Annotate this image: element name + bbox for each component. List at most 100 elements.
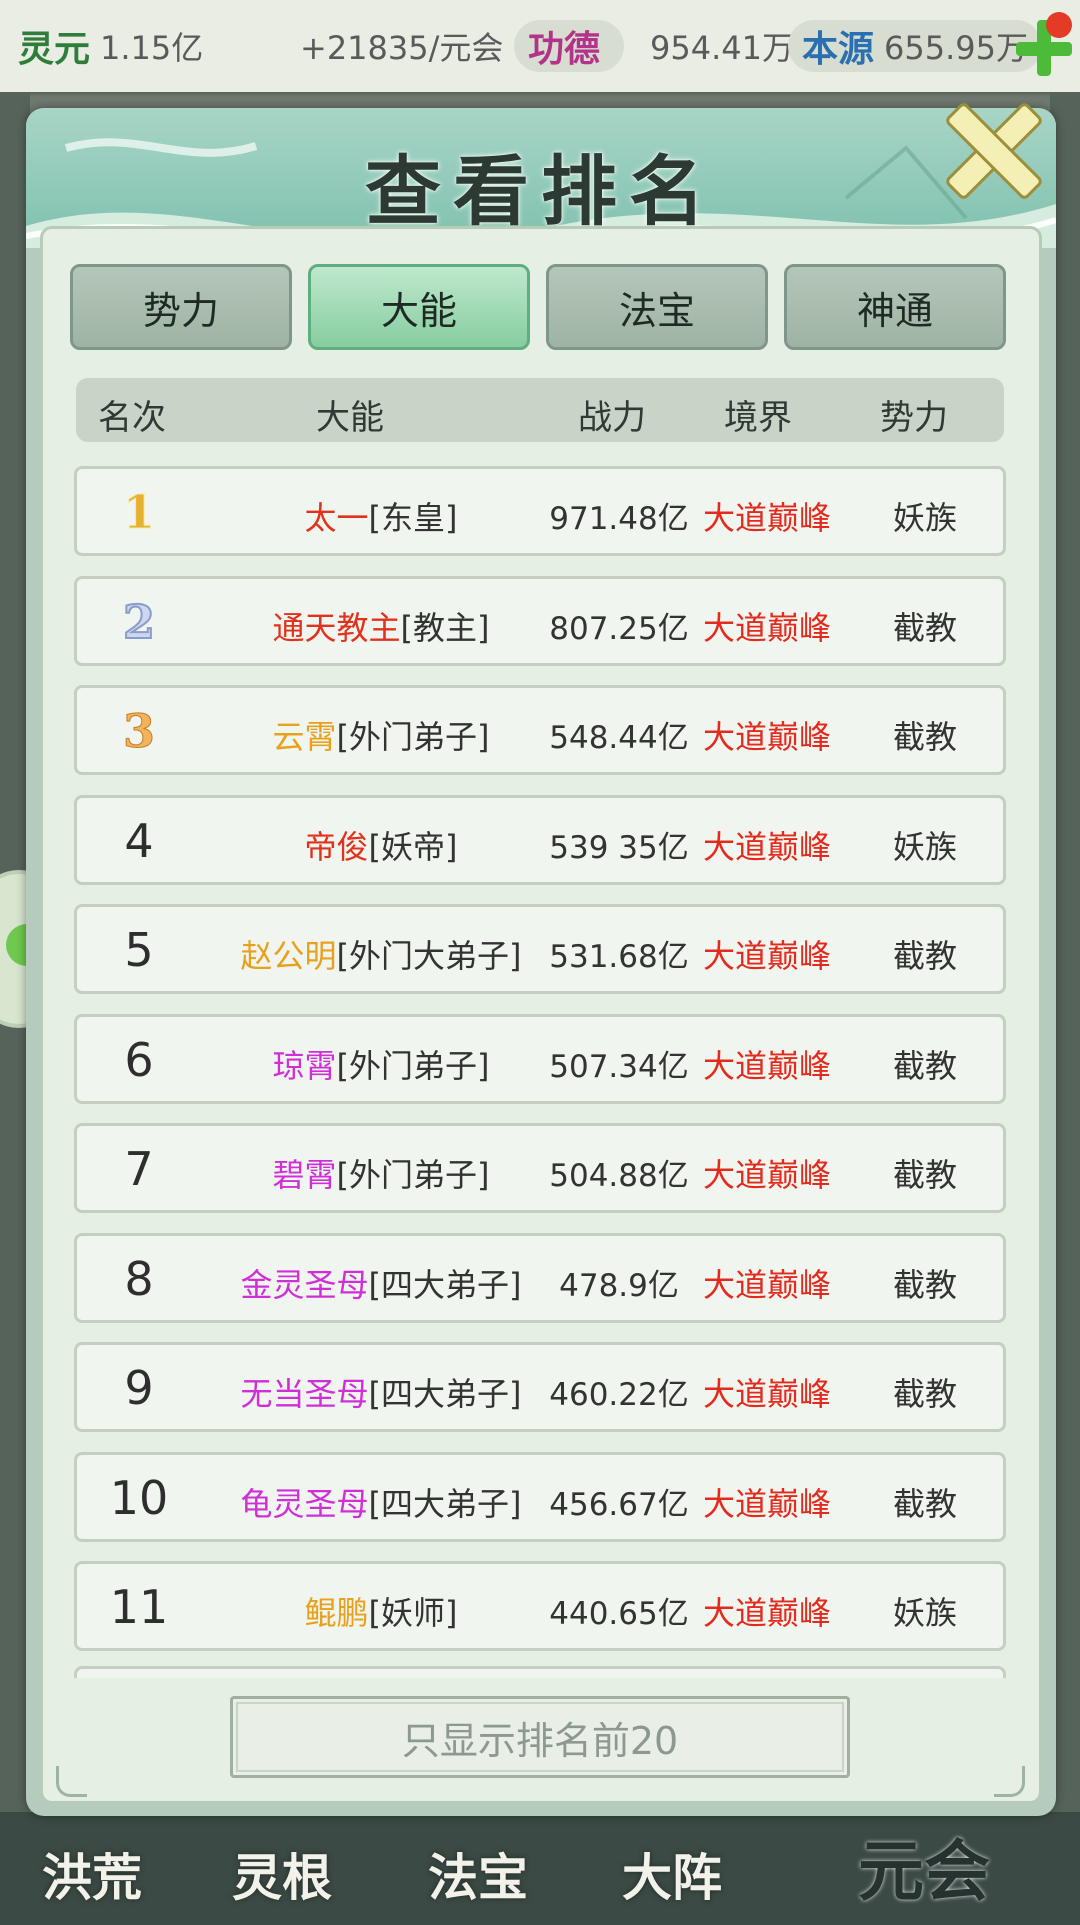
faction-value: 妖族: [892, 499, 957, 537]
rank-number: 9: [124, 1361, 154, 1415]
power-value: 504.88亿: [549, 1158, 689, 1194]
resource-benyuan: 本源 655.95万: [788, 20, 1042, 72]
table-row[interactable]: 1 太一[东皇] 971.48亿 大道巅峰 妖族: [74, 466, 1006, 556]
realm-value: 大道巅峰: [702, 718, 831, 756]
faction-value: 截教: [892, 1266, 957, 1304]
realm-value: 大道巅峰: [702, 1485, 831, 1523]
table-row[interactable]: 4 帝俊[妖帝] 539 35亿 大道巅峰 妖族: [74, 795, 1006, 885]
column-rank: 名次: [98, 398, 166, 438]
rank-number: 4: [124, 814, 154, 868]
dialog-title: 查看排名: [365, 147, 717, 236]
realm-value: 大道巅峰: [702, 609, 831, 647]
table-row[interactable]: 6 琼霄[外门弟子] 507.34亿 大道巅峰 截教: [74, 1014, 1006, 1104]
faction-value: 截教: [892, 1375, 957, 1413]
rank-number: 3: [122, 704, 155, 759]
top20-filter-button[interactable]: 只显示排名前20: [230, 1696, 850, 1778]
power-value: 456.67亿: [549, 1487, 689, 1523]
rank-number: 8: [124, 1252, 154, 1306]
realm-value: 大道巅峰: [702, 937, 831, 975]
rank-number: 1: [122, 485, 155, 540]
rank-number: 2: [122, 594, 156, 650]
resource-value: 954.41万: [650, 29, 794, 67]
nav-fabao[interactable]: 法宝: [428, 1838, 528, 1910]
nav-yuanhui[interactable]: 元会: [858, 1818, 990, 1914]
player-name: 琼霄[外门弟子]: [272, 1047, 490, 1085]
plus-icon[interactable]: [1016, 12, 1072, 76]
table-row[interactable]: 11 鲲鹏[妖师] 440.65亿 大道巅峰 妖族: [74, 1561, 1006, 1651]
player-name: 龟灵圣母[四大弟子]: [240, 1485, 522, 1523]
column-name: 大能: [316, 398, 384, 438]
resource-gongde: 功德 954.41万: [514, 20, 794, 72]
nav-linggen[interactable]: 灵根: [232, 1838, 332, 1910]
player-name: 通天教主[教主]: [272, 609, 490, 647]
rank-number: 10: [109, 1471, 169, 1525]
notification-dot: [1046, 12, 1072, 38]
player-name: 太一[东皇]: [304, 499, 458, 537]
faction-value: 截教: [892, 1047, 957, 1085]
resource-label: 本源: [802, 28, 875, 70]
resource-label: 灵元: [18, 28, 91, 70]
tab-shili[interactable]: 势力: [70, 264, 292, 350]
nav-honghuang[interactable]: 洪荒: [42, 1838, 142, 1910]
faction-value: 截教: [892, 1485, 957, 1523]
player-name: 无当圣母[四大弟子]: [240, 1375, 522, 1413]
power-value: 440.65亿: [549, 1596, 689, 1632]
power-value: 807.25亿: [549, 611, 689, 647]
realm-value: 大道巅峰: [702, 1375, 831, 1413]
column-faction: 势力: [880, 398, 948, 438]
player-name: 帝俊[妖帝]: [304, 828, 458, 866]
realm-value: 大道巅峰: [702, 1594, 831, 1632]
corner-ornament: [56, 1766, 87, 1797]
faction-value: 截教: [892, 937, 957, 975]
power-value: 971.48亿: [549, 501, 689, 537]
power-value: 539 35亿: [549, 830, 689, 866]
resource-bar: 灵元 1.15亿 +21835/元会 功德 954.41万 本源 655.95万: [0, 0, 1080, 92]
table-row-partial: [74, 1666, 1006, 1678]
resource-value: 655.95万: [884, 29, 1028, 67]
resource-label: 功德: [528, 28, 601, 70]
table-row[interactable]: 3 云霄[外门弟子] 548.44亿 大道巅峰 截教: [74, 685, 1006, 775]
realm-value: 大道巅峰: [702, 1266, 831, 1304]
rank-number: 5: [124, 923, 154, 977]
table-row[interactable]: 2 通天教主[教主] 807.25亿 大道巅峰 截教: [74, 576, 1006, 666]
corner-ornament: [994, 1766, 1025, 1797]
column-power: 战力: [578, 398, 646, 438]
table-row[interactable]: 5 赵公明[外门大弟子] 531.68亿 大道巅峰 截教: [74, 904, 1006, 994]
table-header: 名次 大能 战力 境界 势力: [76, 378, 1004, 442]
rank-number: 7: [124, 1142, 154, 1196]
power-value: 507.34亿: [549, 1049, 689, 1085]
faction-value: 妖族: [892, 828, 957, 866]
faction-value: 截教: [892, 609, 957, 647]
resource-lingyuan: 灵元 1.15亿: [18, 20, 203, 72]
player-name: 金灵圣母[四大弟子]: [240, 1266, 522, 1304]
table-row[interactable]: 9 无当圣母[四大弟子] 460.22亿 大道巅峰 截教: [74, 1342, 1006, 1432]
power-value: 548.44亿: [549, 720, 689, 756]
faction-value: 截教: [892, 718, 957, 756]
table-row[interactable]: 7 碧霄[外门弟子] 504.88亿 大道巅峰 截教: [74, 1123, 1006, 1213]
rank-number: 11: [109, 1580, 169, 1634]
table-row[interactable]: 10 龟灵圣母[四大弟子] 456.67亿 大道巅峰 截教: [74, 1452, 1006, 1542]
rank-number: 6: [124, 1033, 154, 1087]
player-name: 碧霄[外门弟子]: [272, 1156, 490, 1194]
resource-value: 1.15亿: [100, 29, 204, 67]
resource-rate: +21835/元会: [300, 20, 503, 72]
realm-value: 大道巅峰: [702, 828, 831, 866]
nav-dazhen[interactable]: 大阵: [622, 1838, 722, 1910]
realm-value: 大道巅峰: [702, 1156, 831, 1194]
tab-shentong[interactable]: 神通: [784, 264, 1006, 350]
tab-fabao[interactable]: 法宝: [546, 264, 768, 350]
player-name: 云霄[外门弟子]: [272, 718, 490, 756]
power-value: 531.68亿: [549, 939, 689, 975]
power-value: 478.9亿: [559, 1268, 679, 1304]
realm-value: 大道巅峰: [702, 499, 831, 537]
realm-value: 大道巅峰: [702, 1047, 831, 1085]
column-realm: 境界: [724, 398, 792, 438]
close-icon[interactable]: [940, 98, 1045, 202]
table-row[interactable]: 8 金灵圣母[四大弟子] 478.9亿 大道巅峰 截教: [74, 1233, 1006, 1323]
player-name: 赵公明[外门大弟子]: [240, 937, 522, 975]
player-name: 鲲鹏[妖师]: [304, 1594, 458, 1632]
resource-rate-value: +21835/元会: [300, 29, 504, 67]
faction-value: 妖族: [892, 1594, 957, 1632]
faction-value: 截教: [892, 1156, 957, 1194]
tab-daneng[interactable]: 大能: [308, 264, 530, 350]
